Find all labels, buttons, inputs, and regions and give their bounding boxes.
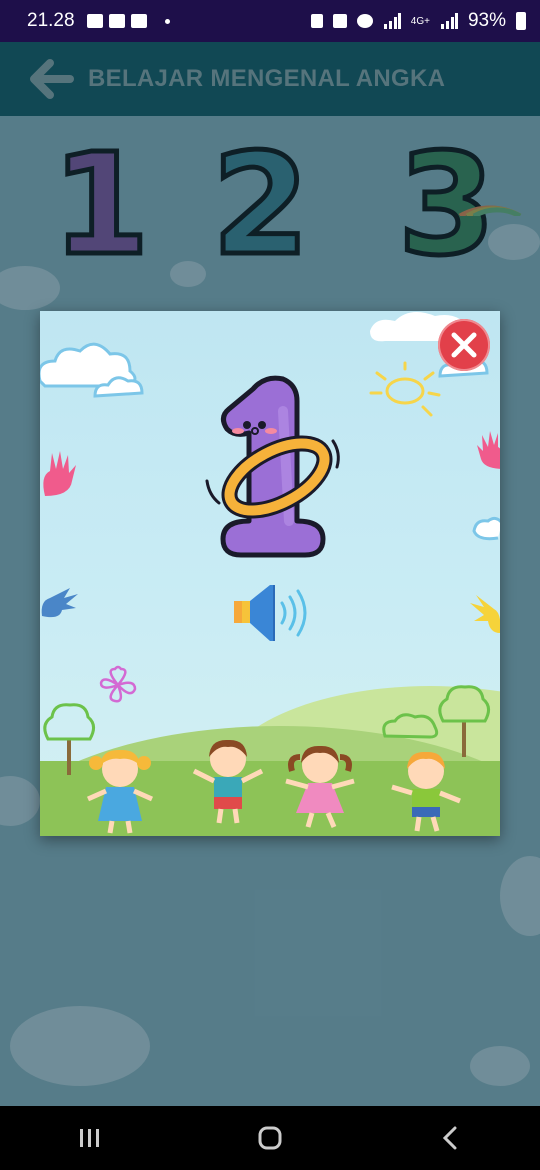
close-button[interactable] xyxy=(438,319,490,371)
kid-girl-blue-illustration xyxy=(86,749,154,834)
status-time: 21.28 xyxy=(27,10,75,31)
number-one-character xyxy=(205,375,340,558)
handprint-blue-icon xyxy=(41,588,78,618)
network-type: 4G+ xyxy=(410,15,430,27)
hotspot-icon xyxy=(356,14,373,28)
message-icon xyxy=(108,14,125,28)
number-detail-dialog xyxy=(40,311,500,836)
handprint-pink-icon xyxy=(43,451,76,496)
signal-icon xyxy=(383,13,401,29)
recent-apps-icon xyxy=(80,1129,99,1147)
cloud-decoration xyxy=(93,376,144,398)
handprint-yellow-icon xyxy=(470,595,500,633)
home-icon xyxy=(258,1126,282,1150)
battery-icon xyxy=(516,12,526,30)
mute-icon xyxy=(332,14,347,28)
close-icon xyxy=(451,332,477,358)
gallery-icon xyxy=(86,14,103,28)
sun-icon xyxy=(369,361,441,417)
shopping-bag-icon xyxy=(130,14,147,28)
lock-icon xyxy=(310,14,323,28)
kid-girl-pink-illustration xyxy=(285,745,355,828)
recent-apps-button[interactable] xyxy=(70,1118,110,1158)
kid-boy-red-illustration xyxy=(192,739,264,824)
notification-dot-icon xyxy=(164,18,170,24)
play-sound-button[interactable] xyxy=(232,583,308,643)
system-navigation-bar xyxy=(0,1106,540,1170)
speaker-icon xyxy=(234,585,307,641)
flower-doodle-icon xyxy=(99,665,137,703)
status-bar: 21.28 4G+ 93% xyxy=(0,0,540,42)
signal-icon xyxy=(440,13,458,29)
battery-percentage: 93% xyxy=(467,10,506,31)
chevron-left-icon xyxy=(442,1126,457,1150)
handprint-pink-icon xyxy=(477,431,500,469)
bush-icon xyxy=(382,713,439,739)
home-button[interactable] xyxy=(250,1118,290,1158)
cloud-decoration xyxy=(472,516,500,541)
back-nav-button[interactable] xyxy=(430,1118,470,1158)
kid-boy-green-illustration xyxy=(391,751,461,832)
